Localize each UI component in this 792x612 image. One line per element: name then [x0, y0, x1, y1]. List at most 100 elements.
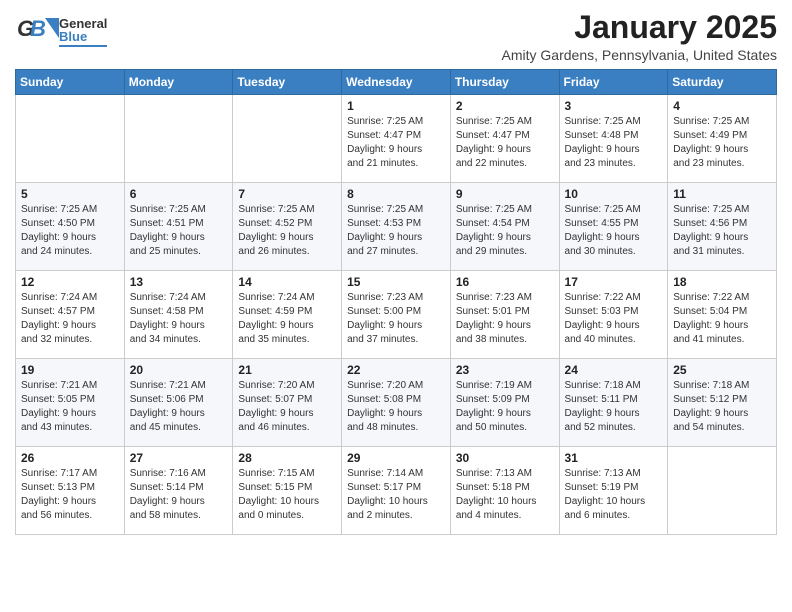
day-info: Sunrise: 7:20 AM Sunset: 5:07 PM Dayligh…: [238, 379, 336, 435]
day-number: 2: [456, 99, 554, 113]
weekday-header-row: SundayMondayTuesdayWednesdayThursdayFrid…: [16, 70, 777, 95]
logo-line2: Blue: [59, 30, 107, 43]
calendar-cell: 21Sunrise: 7:20 AM Sunset: 5:07 PM Dayli…: [233, 359, 342, 447]
svg-text:B: B: [30, 16, 46, 41]
day-number: 15: [347, 275, 445, 289]
day-info: Sunrise: 7:25 AM Sunset: 4:56 PM Dayligh…: [673, 203, 771, 259]
day-info: Sunrise: 7:25 AM Sunset: 4:49 PM Dayligh…: [673, 115, 771, 171]
day-number: 5: [21, 187, 119, 201]
day-info: Sunrise: 7:13 AM Sunset: 5:18 PM Dayligh…: [456, 467, 554, 523]
day-number: 12: [21, 275, 119, 289]
calendar-cell: 11 Sunrise: 7:25 AM Sunset: 4:56 PM Dayli…: [668, 183, 777, 271]
title-block: January 2025 Amity Gardens, Pennsylvania…: [502, 10, 777, 63]
day-number: 9: [456, 187, 554, 201]
calendar-table: SundayMondayTuesdayWednesdayThursdayFrid…: [15, 69, 777, 535]
calendar-cell: 18 Sunrise: 7:22 AM Sunset: 5:04 PM Dayli…: [668, 271, 777, 359]
calendar-cell: 14Sunrise: 7:24 AM Sunset: 4:59 PM Dayli…: [233, 271, 342, 359]
day-info: Sunrise: 7:25 AM Sunset: 4:52 PM Dayligh…: [238, 203, 336, 259]
calendar-cell: 31Sunrise: 7:13 AM Sunset: 5:19 PM Dayli…: [559, 447, 668, 535]
day-info: Sunrise: 7:14 AM Sunset: 5:17 PM Dayligh…: [347, 467, 445, 523]
day-info: Sunrise: 7:21 AM Sunset: 5:06 PM Dayligh…: [130, 379, 228, 435]
calendar-cell: 24Sunrise: 7:18 AM Sunset: 5:11 PM Dayli…: [559, 359, 668, 447]
day-info: Sunrise: 7:18 AM Sunset: 5:11 PM Dayligh…: [565, 379, 663, 435]
day-info: Sunrise: 7:25 AM Sunset: 4:47 PM Dayligh…: [456, 115, 554, 171]
calendar-week-3: 12 Sunrise: 7:24 AM Sunset: 4:57 PM Dayli…: [16, 271, 777, 359]
month-title: January 2025: [502, 10, 777, 45]
day-number: 7: [238, 187, 336, 201]
day-number: 18: [673, 275, 771, 289]
weekday-header-monday: Monday: [124, 70, 233, 95]
day-number: 19: [21, 363, 119, 377]
day-number: 28: [238, 451, 336, 465]
day-number: 20: [130, 363, 228, 377]
day-number: 1: [347, 99, 445, 113]
weekday-header-sunday: Sunday: [16, 70, 125, 95]
weekday-header-friday: Friday: [559, 70, 668, 95]
day-number: 27: [130, 451, 228, 465]
day-number: 23: [456, 363, 554, 377]
day-info: Sunrise: 7:25 AM Sunset: 4:47 PM Dayligh…: [347, 115, 445, 171]
day-number: 30: [456, 451, 554, 465]
calendar-cell: 20 Sunrise: 7:21 AM Sunset: 5:06 PM Dayli…: [124, 359, 233, 447]
weekday-header-wednesday: Wednesday: [342, 70, 451, 95]
day-info: Sunrise: 7:24 AM Sunset: 4:58 PM Dayligh…: [130, 291, 228, 347]
calendar-cell: 6Sunrise: 7:25 AM Sunset: 4:51 PM Daylig…: [124, 183, 233, 271]
day-info: Sunrise: 7:22 AM Sunset: 5:04 PM Dayligh…: [673, 291, 771, 347]
calendar-cell: 30 Sunrise: 7:13 AM Sunset: 5:18 PM Dayli…: [450, 447, 559, 535]
calendar-cell: 8 Sunrise: 7:25 AM Sunset: 4:53 PM Daylig…: [342, 183, 451, 271]
day-info: Sunrise: 7:25 AM Sunset: 4:54 PM Dayligh…: [456, 203, 554, 259]
calendar-week-1: 1 Sunrise: 7:25 AM Sunset: 4:47 PM Daylig…: [16, 95, 777, 183]
weekday-header-saturday: Saturday: [668, 70, 777, 95]
header: G B General Blue January 2025 Amity Gard…: [15, 10, 777, 63]
day-number: 8: [347, 187, 445, 201]
day-number: 4: [673, 99, 771, 113]
day-number: 26: [21, 451, 119, 465]
calendar-cell: 7 Sunrise: 7:25 AM Sunset: 4:52 PM Daylig…: [233, 183, 342, 271]
day-number: 10: [565, 187, 663, 201]
calendar-cell: 4 Sunrise: 7:25 AM Sunset: 4:49 PM Daylig…: [668, 95, 777, 183]
calendar-cell: [16, 95, 125, 183]
day-number: 29: [347, 451, 445, 465]
day-info: Sunrise: 7:24 AM Sunset: 4:59 PM Dayligh…: [238, 291, 336, 347]
day-number: 11: [673, 187, 771, 201]
calendar-cell: 28Sunrise: 7:15 AM Sunset: 5:15 PM Dayli…: [233, 447, 342, 535]
calendar-week-2: 5Sunrise: 7:25 AM Sunset: 4:50 PM Daylig…: [16, 183, 777, 271]
day-info: Sunrise: 7:25 AM Sunset: 4:48 PM Dayligh…: [565, 115, 663, 171]
day-info: Sunrise: 7:23 AM Sunset: 5:01 PM Dayligh…: [456, 291, 554, 347]
calendar-header: SundayMondayTuesdayWednesdayThursdayFrid…: [16, 70, 777, 95]
calendar-week-4: 19 Sunrise: 7:21 AM Sunset: 5:05 PM Dayli…: [16, 359, 777, 447]
calendar-cell: 2 Sunrise: 7:25 AM Sunset: 4:47 PM Daylig…: [450, 95, 559, 183]
calendar-cell: [233, 95, 342, 183]
calendar-cell: 26Sunrise: 7:17 AM Sunset: 5:13 PM Dayli…: [16, 447, 125, 535]
logo-wrapper: G B General Blue: [15, 10, 107, 54]
day-info: Sunrise: 7:25 AM Sunset: 4:53 PM Dayligh…: [347, 203, 445, 259]
calendar-cell: [668, 447, 777, 535]
calendar-cell: 1 Sunrise: 7:25 AM Sunset: 4:47 PM Daylig…: [342, 95, 451, 183]
calendar-cell: 12 Sunrise: 7:24 AM Sunset: 4:57 PM Dayli…: [16, 271, 125, 359]
calendar-cell: 19 Sunrise: 7:21 AM Sunset: 5:05 PM Dayli…: [16, 359, 125, 447]
day-number: 17: [565, 275, 663, 289]
calendar-cell: 25 Sunrise: 7:18 AM Sunset: 5:12 PM Dayli…: [668, 359, 777, 447]
day-info: Sunrise: 7:18 AM Sunset: 5:12 PM Dayligh…: [673, 379, 771, 435]
day-info: Sunrise: 7:21 AM Sunset: 5:05 PM Dayligh…: [21, 379, 119, 435]
day-info: Sunrise: 7:24 AM Sunset: 4:57 PM Dayligh…: [21, 291, 119, 347]
calendar-cell: 5Sunrise: 7:25 AM Sunset: 4:50 PM Daylig…: [16, 183, 125, 271]
calendar-cell: 10Sunrise: 7:25 AM Sunset: 4:55 PM Dayli…: [559, 183, 668, 271]
calendar-cell: 23 Sunrise: 7:19 AM Sunset: 5:09 PM Dayli…: [450, 359, 559, 447]
day-info: Sunrise: 7:23 AM Sunset: 5:00 PM Dayligh…: [347, 291, 445, 347]
day-info: Sunrise: 7:19 AM Sunset: 5:09 PM Dayligh…: [456, 379, 554, 435]
day-number: 16: [456, 275, 554, 289]
day-info: Sunrise: 7:13 AM Sunset: 5:19 PM Dayligh…: [565, 467, 663, 523]
calendar-cell: 27Sunrise: 7:16 AM Sunset: 5:14 PM Dayli…: [124, 447, 233, 535]
calendar-cell: 9 Sunrise: 7:25 AM Sunset: 4:54 PM Daylig…: [450, 183, 559, 271]
logo-underline: [59, 45, 107, 47]
day-info: Sunrise: 7:22 AM Sunset: 5:03 PM Dayligh…: [565, 291, 663, 347]
weekday-header-thursday: Thursday: [450, 70, 559, 95]
page-container: G B General Blue January 2025 Amity Gard…: [0, 0, 792, 545]
calendar-cell: 17 Sunrise: 7:22 AM Sunset: 5:03 PM Dayli…: [559, 271, 668, 359]
day-number: 25: [673, 363, 771, 377]
location-title: Amity Gardens, Pennsylvania, United Stat…: [502, 47, 777, 63]
day-number: 22: [347, 363, 445, 377]
logo: G B General Blue: [15, 10, 107, 54]
day-info: Sunrise: 7:25 AM Sunset: 4:51 PM Dayligh…: [130, 203, 228, 259]
